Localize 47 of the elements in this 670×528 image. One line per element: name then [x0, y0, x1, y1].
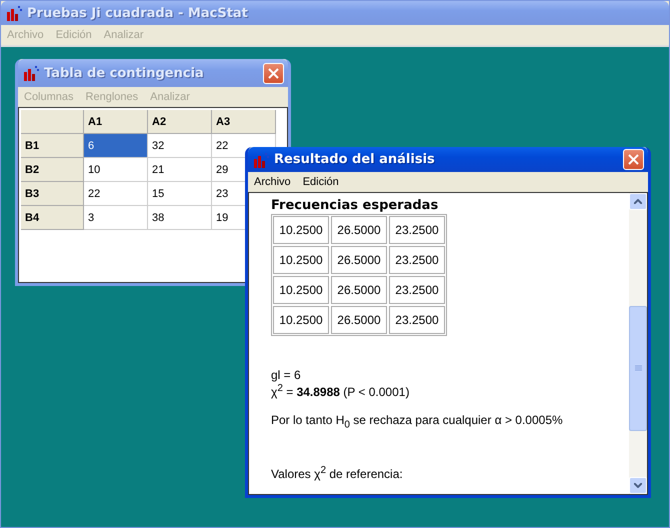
row-header: B2 [21, 158, 84, 182]
window-title: Tabla de contingencia [44, 66, 205, 80]
table-cell: 10.2500 [273, 276, 329, 304]
table-cell: 10.2500 [273, 306, 329, 334]
result-line: χ$^{2}$ = 34.8988 (P < 0.0001) [271, 382, 410, 399]
scroll-thumb[interactable] [629, 306, 647, 431]
table-cell[interactable]: 15 [148, 182, 212, 206]
table-cell: 10.2500 [273, 216, 329, 244]
window-title: Pruebas Ji cuadrada - MacStat [27, 6, 249, 20]
table-cell: 10.2500 [273, 246, 329, 274]
table-cell: 26.5000 [331, 306, 387, 334]
scrollbar[interactable] [629, 193, 647, 494]
reference-heading: Valores χ$^{2}$ de referencia: [271, 464, 404, 482]
table-cell[interactable]: 21 [148, 158, 212, 182]
close-icon [628, 154, 639, 165]
app-icon [23, 65, 39, 81]
scroll-up-icon[interactable] [629, 193, 647, 210]
menu-item[interactable]: Edición [298, 176, 343, 188]
scroll-down-icon[interactable] [629, 477, 647, 494]
row-header: B4 [21, 206, 84, 230]
table-cell[interactable]: 38 [148, 206, 212, 230]
table-cell: 23.2500 [389, 216, 445, 244]
corner-cell [21, 110, 84, 134]
close-icon [268, 68, 279, 78]
row-header: B1 [21, 134, 84, 158]
close-button[interactable] [263, 62, 284, 84]
close-button[interactable] [623, 149, 644, 170]
table-cell[interactable]: 22 [84, 182, 148, 206]
result-line: gl = 6 [271, 368, 302, 382]
column-header: A1 [84, 110, 148, 134]
conclusion-text: Por lo tanto H$_{0}$ se rechaza para cualquier α > 0.0005% [271, 413, 564, 432]
table-cell: 23.2500 [389, 246, 445, 274]
table-cell[interactable]: 3 [84, 206, 148, 230]
table-cell[interactable]: 10 [84, 158, 148, 182]
column-header: A3 [212, 110, 276, 134]
column-header: A2 [148, 110, 212, 134]
row-header: B3 [21, 182, 84, 206]
table-cell: 26.5000 [331, 246, 387, 274]
app-icon [253, 152, 269, 168]
table-cell: 23.2500 [389, 276, 445, 304]
table-cell: 26.5000 [331, 276, 387, 304]
app-icon [6, 5, 22, 21]
table-cell: 23.2500 [389, 306, 445, 334]
table-cell: 26.5000 [331, 216, 387, 244]
window-title: Resultado del análisis [274, 152, 436, 167]
table-cell[interactable]: 6 [84, 134, 148, 158]
table-cell[interactable]: 32 [148, 134, 212, 158]
